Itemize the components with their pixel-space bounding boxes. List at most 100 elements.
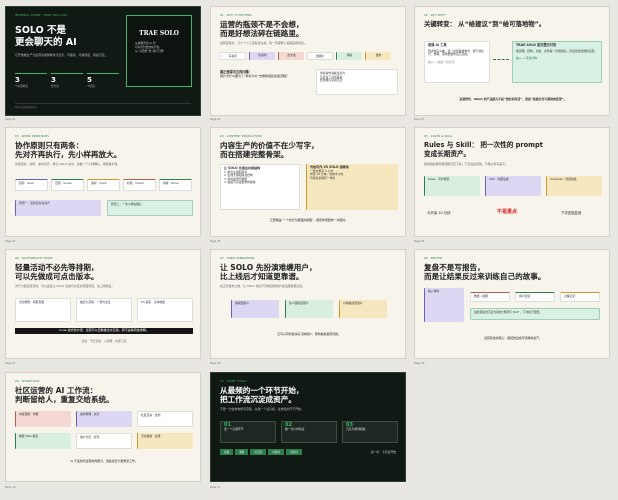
principle-card: 验收 · Done — [159, 179, 192, 191]
page-number: Page 04 — [5, 240, 16, 243]
slide-thumbnail-7[interactable]: 06 · LIGHTWEIGHT TASKS 轻量活动不必先等排期， 可以先做成… — [5, 249, 201, 359]
slide-thumbnail-4[interactable]: 03 · WORK PRINCIPLES 协作原则只有两条： 先对齐再执行，先小… — [5, 127, 201, 237]
slide-thumbnail-3[interactable]: 02 · KEY SHIFT 关键转变： 从“给建议”到“给可落地物”。 普通 … — [414, 6, 610, 116]
solo-card: TRAE SOLO 能完整交付的 把流程、结构、文档、文件等一次组织好，直接给出… — [512, 41, 602, 83]
slide-subtitle: 对于小型运营活动，可以直接让 SOLO 生成可交互的页面原型，先上线验证。 — [15, 284, 115, 288]
generic-ai-card: 普通 AI 工具 告诉你怎么做，给一段思路或参考，剩下的执行、整理、落地都要你自… — [424, 41, 490, 83]
workflow-card: 用户分层 · 标签 — [76, 433, 132, 449]
slide-thumbnail-6[interactable]: 05 · RULES & SKILL Rules 与 Skill： 把一次性的 … — [414, 127, 610, 237]
slide-title: 内容生产的价值不在少写字， 而在搭建完整骨架。 — [220, 141, 319, 159]
slide-conclusion: AI 不会替代运营的判断力，但会接管大量重复工作。 — [70, 459, 138, 463]
chip: 重复 — [235, 449, 249, 455]
slide-footer: SOLO 运营实践分享 — [15, 103, 191, 109]
compare-card: 传统写作 VS SOLO 搭骨架 一篇文章写 3 小时 骨架 10 分钟，填充半… — [306, 164, 398, 210]
slide-thumbnail-2[interactable]: 01 · WHY IT MATTERS 运营的瓶颈不是不会想， 而是好想法碎在链… — [210, 6, 406, 116]
page-number: Page 05 — [210, 240, 221, 243]
slide-tag: 10 · START TODAY — [220, 379, 247, 383]
stat-item: 3 个关键转变 — [15, 73, 47, 93]
chip: 写提示 — [220, 52, 246, 60]
highlight-bar: Code 模式的价值：运营可以自助做出交互版，而不是等研发排期。 — [15, 328, 193, 334]
slide-thumbnail-11[interactable]: 10 · START TODAY 从最频的一个环节开始， 把工作流沉淀成资产。 … — [210, 372, 406, 482]
slide-subtitle: 运营链路长：几十个小工具各自为战，每一环都要人来搬运和衔接。 — [220, 41, 307, 45]
structure-card: 让 SOLO 先搭出内容结构 1. 拆出主题和受众 2. 生成大纲和段落结构 3… — [220, 164, 300, 210]
step-card: 03 沉淀为规则模板 — [342, 421, 398, 443]
reason-item: 结果难以复用沉淀 — [320, 78, 343, 83]
chip: 改文案 — [278, 52, 304, 60]
workflow-card: 内容选题 · 判断 — [15, 411, 71, 427]
compare-right: 下次还能复用 — [561, 211, 582, 215]
chip: 可沉淀 — [250, 449, 267, 455]
brand-card: TRAE SOLO 从会聊天的 AI 到 可以托付给的执行者， 从“对话框”到“… — [126, 15, 192, 87]
slide-subtitle: 不要一次性重构所有流程，先挑一个最高频、最重复的环节开始。 — [220, 407, 304, 411]
slide-subtitle: 它开始像生产力运营系统那样执行任务、可继续、可被调度、持续沉淀。 — [15, 53, 108, 57]
slide-title: Rules 与 Skill： 把一次性的 prompt 变成长期资产。 — [424, 141, 543, 158]
page-number: Page 08 — [210, 362, 221, 365]
chip: 高频 — [220, 449, 234, 455]
slide-subtitle: 在正式发布之前，让 SOLO 扮演不同类型的用户提出质疑和反馈。 — [220, 284, 305, 288]
page-number: Page 11 — [210, 486, 221, 489]
slide-title: 社区运营的 AI 工作流： 判断留给人，重复交给系统。 — [15, 386, 114, 404]
slide-tag: 04 · CONTENT PRODUCTION — [220, 134, 262, 138]
slide-title: 从最频的一个环节开始， 把工作流沉淀成资产。 — [220, 386, 304, 404]
slide-title: 让 SOLO 先扮演难缠用户， 比上线后才知道更靠谱。 — [220, 263, 317, 281]
slide-thumbnail-9[interactable]: 08 · REVIEW 复盘不是写报告， 而是让结果反过来训练自己的故事。 输入… — [414, 249, 610, 359]
principle-card: 目标 · Goal — [15, 179, 48, 191]
page-number: Page 06 — [414, 240, 425, 243]
reason-list: 重复操作消耗注意力 信息在工具间丢失 结果难以复用沉淀 — [316, 69, 398, 95]
slide-tag: 03 · WORK PRINCIPLES — [15, 134, 49, 138]
page-number: Page 03 — [414, 118, 425, 121]
slide-tag: 08 · REVIEW — [424, 256, 443, 260]
slide-conclusion: 运营复盘的核心：把经验变成可调用的资产。 — [484, 336, 542, 340]
slide-thumbnail-10[interactable]: 09 · WORKFLOW 社区运营的 AI 工作流： 判断留给人，重复交给系统… — [5, 372, 201, 482]
slide-conclusion: 运营角色：SOLO 的产品能力不是“更好的对话”，而是“直接交付可落地的结果”。 — [459, 97, 567, 101]
slide-thumbnail-8[interactable]: 07 · USER OPERATIONS 让 SOLO 先扮演难缠用户， 比上线… — [210, 249, 406, 359]
compare-left: 今天省 10 分钟 — [427, 211, 451, 215]
principle-card: 素材 · Input — [87, 179, 120, 191]
rule-card: Rules · 写作规范 — [424, 176, 480, 196]
chip: 可交付 — [285, 449, 302, 455]
chip: 发布 — [365, 52, 391, 60]
question-text: 用户为什么要为了“拆好卡片”去重新组织这些流程？ — [220, 74, 290, 78]
slide-title: SOLO 不是 更会聊天的 AI — [15, 25, 77, 48]
arrow-icon — [493, 59, 509, 60]
material-card: 过程记录 — [560, 292, 600, 302]
brand-logo: TRAE SOLO — [139, 30, 179, 37]
slide-tag: 07 · USER OPERATIONS — [220, 256, 255, 260]
page-number: Page 02 — [210, 118, 221, 121]
principle-card: 范围 · Scope — [51, 179, 84, 191]
slide-tag: 02 · KEY SHIFT — [424, 13, 446, 17]
call-to-action: 第一步：今天就开始 — [370, 450, 396, 454]
chip: 可复用 — [268, 449, 284, 455]
activity-card: 活动规则 · 领取页面 — [15, 298, 71, 322]
activity-card: 抽奖九宫格 · 一键可交互 — [76, 298, 132, 322]
slide-title: 关键转变： 从“给建议”到“给可落地物”。 — [424, 20, 546, 28]
slide-conclusion: 它可以同时扮演好几种用户，帮你提前发现问题。 — [277, 332, 341, 336]
slide-tag: 09 · WORKFLOW — [15, 379, 40, 383]
step-card: 01 选一个高频环节 — [220, 421, 276, 443]
slide-title: 运营的瓶颈不是不会想， 而是好想法碎在链路里。 — [220, 20, 304, 38]
workflow-card: 素材整理 · 执行 — [76, 411, 132, 427]
workflow-card: 活动策划 · 复用 — [137, 433, 193, 449]
slide-subtitle: 先把目标、边界、素材对齐，再让 SOLO 动手；先做一个小样确认，再批量扩展。 — [15, 162, 121, 166]
slide-tag: 05 · RULES & SKILL — [424, 134, 453, 138]
chip: 排版 — [336, 52, 362, 60]
page-number: Page 01 — [5, 118, 16, 121]
slide-subtitle: 把常用的规则和流程沉淀下来，下次直接调用，不再从零写提示。 — [424, 162, 508, 166]
principle-box: 原则一：复杂任务先对齐 — [15, 200, 101, 216]
slide-thumbnail-5[interactable]: 04 · CONTENT PRODUCTION 内容生产的价值不在少写字， 而在… — [210, 127, 406, 237]
step-card: 02 做一次小样验证 — [281, 421, 337, 443]
card-row: 目标 · Goal 范围 · Scope 素材 · Input 标准 · Che… — [15, 179, 192, 191]
chip-row: 写提示 找素材 改文案 出图片 排版 发布 — [220, 52, 391, 60]
principle-box: 原则二：一次小样先确认 — [107, 200, 193, 216]
material-card: 用户反馈 — [515, 292, 555, 302]
compare-highlight: 不是重点 — [497, 209, 518, 215]
slide-thumbnail-1[interactable]: INTERNAL SHARE · TRAE SOLO OPS SOLO 不是 更… — [5, 6, 201, 116]
activity-card: H5 报名 · 表单收集 — [137, 298, 193, 322]
slide-tag: 01 · WHY IT MATTERS — [220, 13, 252, 17]
slide-title: 协作原则只有两条： 先对齐再执行，先小样再放大。 — [15, 141, 122, 159]
persona-card: 价格敏感型用户 — [339, 300, 387, 318]
summary-bar: 最终把复盘沉淀为新的“规则与 Skill”，下次执行更稳。 — [470, 308, 600, 320]
stats-row: 3 个关键转变 3 套方法 5 个阶段 — [15, 73, 119, 93]
slide-tag: 06 · LIGHTWEIGHT TASKS — [15, 256, 53, 260]
chip-row: 高频 重复 可沉淀 可复用 可交付 — [220, 449, 302, 455]
